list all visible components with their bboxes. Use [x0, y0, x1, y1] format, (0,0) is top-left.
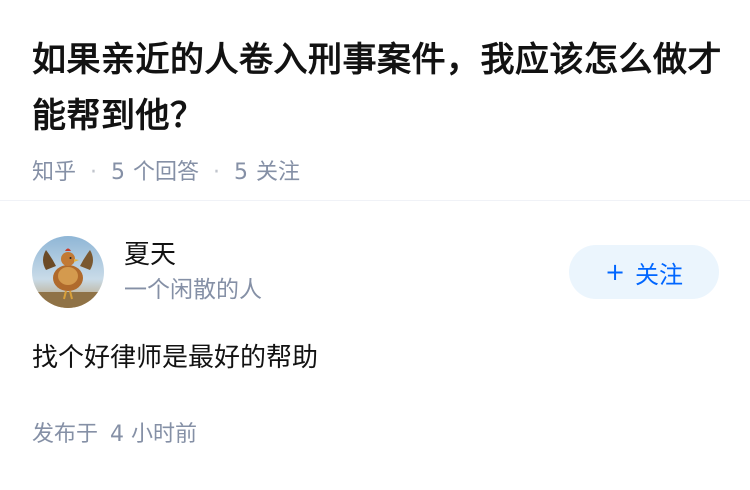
follow-button[interactable]: + 关注 — [569, 245, 719, 299]
publish-time: 发布于 4 小时前 — [32, 420, 718, 450]
author-row: 夏天 一个闲散的人 + 关注 — [32, 236, 719, 308]
answers-count: 5 — [111, 160, 126, 185]
plus-icon: + — [604, 258, 626, 286]
separator-dot: · — [213, 160, 221, 185]
question-title[interactable]: 如果亲近的人卷入刑事案件，我应该怎么做才能帮到他？ — [32, 32, 722, 144]
follow-button-label: 关注 — [635, 260, 684, 289]
answers-label[interactable]: 个回答 — [133, 158, 199, 188]
answer-card: 夏天 一个闲散的人 + 关注 找个好律师是最好的帮助 发布于 4 小时前 — [32, 236, 719, 450]
followers-label[interactable]: 关注 — [256, 158, 300, 188]
rooster-avatar-icon — [32, 236, 104, 308]
avatar[interactable] — [32, 236, 104, 308]
question-header: 如果亲近的人卷入刑事案件，我应该怎么做才能帮到他？ 知乎 · 5 个回答 · 5… — [32, 32, 722, 188]
source-label[interactable]: 知乎 — [32, 158, 76, 188]
separator-dot: · — [90, 160, 98, 185]
author-bio: 一个闲散的人 — [124, 277, 262, 303]
question-meta: 知乎 · 5 个回答 · 5 关注 — [32, 158, 722, 188]
followers-count: 5 — [234, 160, 249, 185]
author-info: 夏天 一个闲散的人 — [124, 238, 569, 306]
publish-label: 发布于 — [32, 422, 99, 447]
author-name[interactable]: 夏天 — [124, 238, 569, 272]
answer-content[interactable]: 找个好律师是最好的帮助 — [32, 338, 718, 378]
section-divider — [0, 200, 750, 201]
publish-time-value: 4 小时前 — [110, 422, 198, 447]
